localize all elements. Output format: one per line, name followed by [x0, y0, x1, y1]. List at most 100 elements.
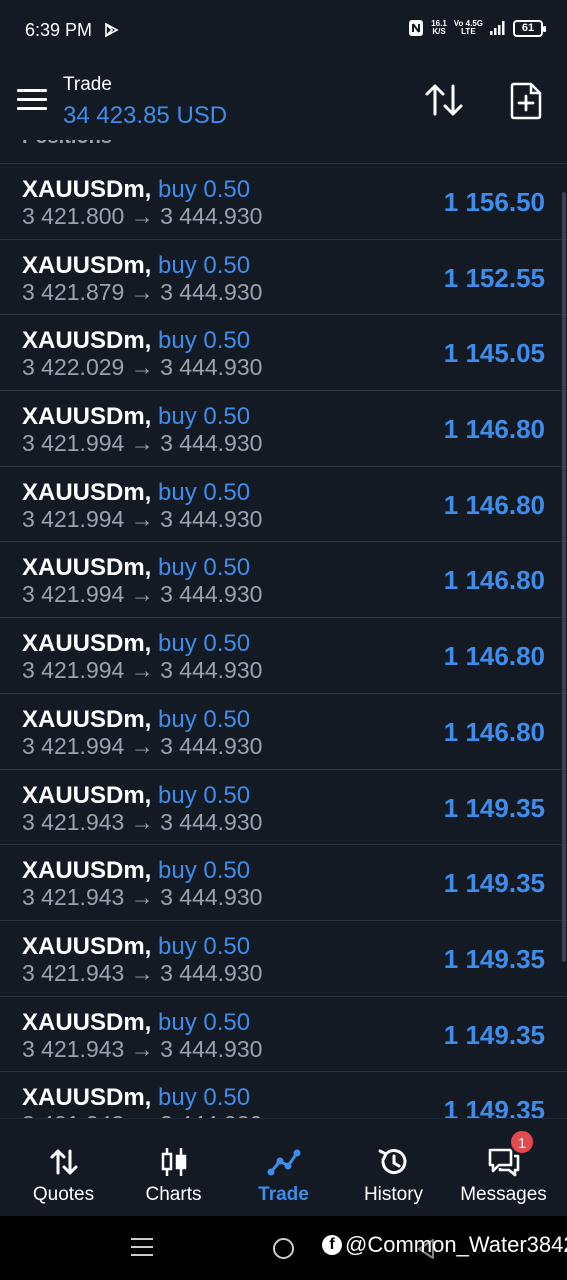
position-row[interactable]: XAUUSDm, buy 0.50 3 421.800 → 3 444.930 1 … [0, 164, 567, 240]
home-button[interactable] [273, 1238, 294, 1259]
position-side: buy 0.50 [158, 857, 251, 885]
position-side: buy 0.50 [158, 1084, 251, 1112]
position-row[interactable]: XAUUSDm, buy 0.503 421.943 → 3 444.930 1 … [0, 997, 567, 1073]
position-row[interactable]: XAUUSDm, buy 0.503 421.943 → 3 444.930 1 … [0, 845, 567, 921]
battery-indicator: 61 [513, 19, 546, 37]
watermark-text: @Common_Water3842 [345, 1232, 567, 1257]
position-side: buy 0.50 [158, 932, 251, 960]
position-row[interactable]: XAUUSDm, buy 0.503 421.943 → 3 444.930 1 … [0, 1072, 567, 1118]
nfc-icon [409, 20, 424, 36]
position-prices: 3 422.029 → 3 444.930 [22, 354, 263, 381]
position-profit: 1 149.35 [443, 868, 545, 899]
position-profit: 1 146.80 [443, 489, 545, 520]
positions-list[interactable]: XAUUSDm, buy 0.50 3 421.800 → 3 444.930 1 … [0, 163, 567, 1118]
position-row[interactable]: XAUUSDm, buy 0.50 3 421.994 → 3 444.930 1 … [0, 542, 567, 619]
position-symbol: XAUUSDm, [22, 1084, 152, 1112]
position-header: XAUUSDm, buy 0.50 [22, 933, 250, 961]
position-symbol: XAUUSDm, [22, 1008, 152, 1036]
position-header: XAUUSDm, buy 0.50 [22, 403, 250, 431]
status-bar: 6:39 PM 16.1 K/S Vo 4.5G LTE 61 [0, 0, 567, 62]
quotes-icon [50, 1149, 77, 1175]
position-profit: 1 149.35 [443, 1019, 545, 1050]
position-row[interactable]: XAUUSDm, buy 0.50 3 421.994 → 3 444.930 1 … [0, 694, 567, 770]
position-profit: 1 149.35 [443, 792, 545, 823]
position-prices: 3 421.994 → 3 444.930 [22, 505, 263, 532]
position-side: buy 0.50 [158, 705, 251, 733]
position-prices: 3 421.943 → 3 444.930 [22, 808, 263, 835]
charts-icon [161, 1148, 186, 1176]
position-row[interactable]: XAUUSDm, buy 0.50 3 421.994 → 3 444.930 1 … [0, 467, 567, 543]
position-prices: 3 421.943 → 3 444.930 [22, 959, 263, 986]
position-row[interactable]: XAUUSDm, buy 0.503 421.943 → 3 444.930 1 … [0, 921, 567, 997]
position-profit: 1 149.35 [443, 943, 545, 974]
position-symbol: XAUUSDm, [22, 630, 152, 658]
position-header: XAUUSDm, buy 0.50 [22, 327, 250, 355]
position-profit: 1 152.55 [443, 262, 545, 293]
play-store-icon [105, 22, 119, 38]
position-header: XAUUSDm, buy 0.50 [22, 782, 250, 810]
position-profit: 1 146.80 [443, 565, 545, 596]
position-side: buy 0.50 [158, 630, 251, 658]
position-profit: 1 145.05 [443, 338, 545, 369]
position-side: buy 0.50 [158, 781, 251, 809]
status-indicators: 16.1 K/S Vo 4.5G LTE 61 [408, 19, 546, 37]
position-symbol: XAUUSDm, [22, 176, 152, 203]
position-row[interactable]: XAUUSDm, buy 0.50 3 421.994 → 3 444.930 1 … [0, 391, 567, 467]
messages-badge: 1 [509, 1129, 535, 1155]
position-profit: 1 146.80 [443, 414, 545, 445]
position-symbol: XAUUSDm, [22, 932, 152, 960]
speed-unit: K/S [432, 27, 446, 36]
position-row[interactable]: XAUUSDm, buy 0.50 3 422.029 → 3 444.930 1 … [0, 315, 567, 392]
recent-apps-button[interactable] [131, 1238, 153, 1258]
watermark: f @Common_Water3842 [322, 1232, 567, 1258]
nav-history[interactable]: History [337, 1119, 450, 1217]
signal-icon [490, 21, 505, 35]
system-nav-bar: f @Common_Water3842 [0, 1216, 567, 1280]
menu-button[interactable] [17, 89, 47, 111]
position-header: XAUUSDm, buy 0.50 [22, 630, 250, 658]
nav-charts[interactable]: Charts [117, 1119, 230, 1217]
position-side: buy 0.50 [158, 251, 251, 279]
position-prices: 3 421.800 → 3 444.930 [22, 203, 263, 229]
network-speed: 16.1 K/S [431, 20, 447, 36]
position-prices: 3 421.943 → 3 444.930 [22, 884, 263, 911]
facebook-icon: f [322, 1235, 342, 1255]
nav-messages-label: Messages [460, 1184, 547, 1205]
app-bar: Trade 34 423.85 USD [0, 62, 567, 140]
trade-icon [267, 1149, 300, 1176]
position-symbol: XAUUSDm, [22, 781, 152, 809]
position-row[interactable]: XAUUSDm, buy 0.50 3 421.994 → 3 444.930 1 … [0, 618, 567, 694]
position-symbol: XAUUSDm, [22, 705, 152, 733]
position-side: buy 0.50 [158, 554, 251, 582]
position-header: XAUUSDm, buy 0.50 [22, 1009, 250, 1037]
nav-trade[interactable]: Trade [227, 1119, 340, 1217]
nav-messages[interactable]: 1 Messages [447, 1119, 560, 1217]
position-symbol: XAUUSDm, [22, 857, 152, 885]
nav-charts-label: Charts [145, 1184, 202, 1205]
new-order-icon[interactable] [509, 82, 543, 120]
position-prices: 3 421.994 → 3 444.930 [22, 430, 263, 457]
position-symbol: XAUUSDm, [22, 403, 152, 431]
position-profit: 1 156.50 [443, 187, 545, 217]
position-symbol: XAUUSDm, [22, 478, 152, 506]
position-header: XAUUSDm, buy 0.50 [22, 1084, 250, 1112]
position-prices: 3 421.994 → 3 444.930 [22, 581, 263, 608]
position-side: buy 0.50 [158, 176, 251, 203]
position-row[interactable]: XAUUSDm, buy 0.50 3 421.879 → 3 444.930 1 … [0, 240, 567, 316]
bottom-nav: Quotes Charts Trade History 1 Messages [0, 1118, 567, 1216]
position-header: XAUUSDm, buy 0.50 [22, 479, 250, 507]
network-bottom: LTE [461, 27, 476, 36]
nav-quotes[interactable]: Quotes [7, 1119, 120, 1217]
scrollbar[interactable] [562, 192, 566, 962]
history-icon [378, 1149, 406, 1175]
network-type: Vo 4.5G LTE [454, 20, 483, 36]
position-prices: 3 421.879 → 3 444.930 [22, 278, 263, 305]
nav-trade-label: Trade [258, 1184, 309, 1205]
position-row[interactable]: XAUUSDm, buy 0.503 421.943 → 3 444.930 1 … [0, 770, 567, 846]
position-symbol: XAUUSDm, [22, 554, 152, 582]
position-header: XAUUSDm, buy 0.50 [22, 706, 250, 734]
position-side: buy 0.50 [158, 478, 251, 506]
sort-icon[interactable] [424, 82, 464, 118]
account-balance: 34 423.85 USD [63, 102, 228, 129]
position-symbol: XAUUSDm, [22, 251, 152, 279]
